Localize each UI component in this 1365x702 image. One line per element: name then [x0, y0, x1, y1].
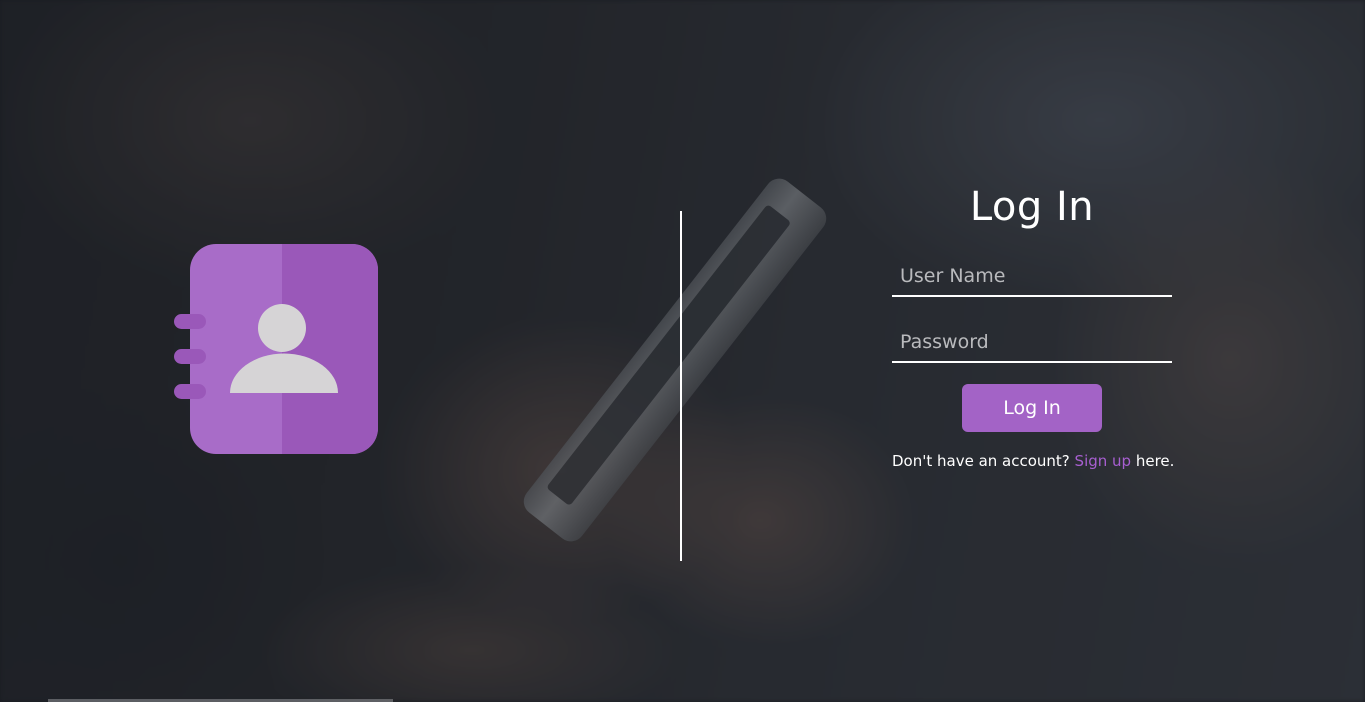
contact-book-icon — [174, 244, 378, 454]
signup-suffix: here. — [1131, 452, 1175, 470]
login-button[interactable]: Log In — [962, 384, 1102, 432]
login-title: Log In — [969, 184, 1095, 230]
signup-link[interactable]: Sign up — [1075, 452, 1132, 470]
login-form: Log In Log In Don't have an account? Sig… — [892, 180, 1175, 470]
password-input[interactable] — [892, 319, 1172, 363]
username-input[interactable] — [892, 253, 1172, 297]
signup-prefix: Don't have an account? — [892, 452, 1075, 470]
login-page: Log In Log In Don't have an account? Sig… — [0, 0, 1365, 702]
signup-prompt: Don't have an account? Sign up here. — [892, 452, 1175, 470]
vertical-divider — [680, 211, 682, 561]
